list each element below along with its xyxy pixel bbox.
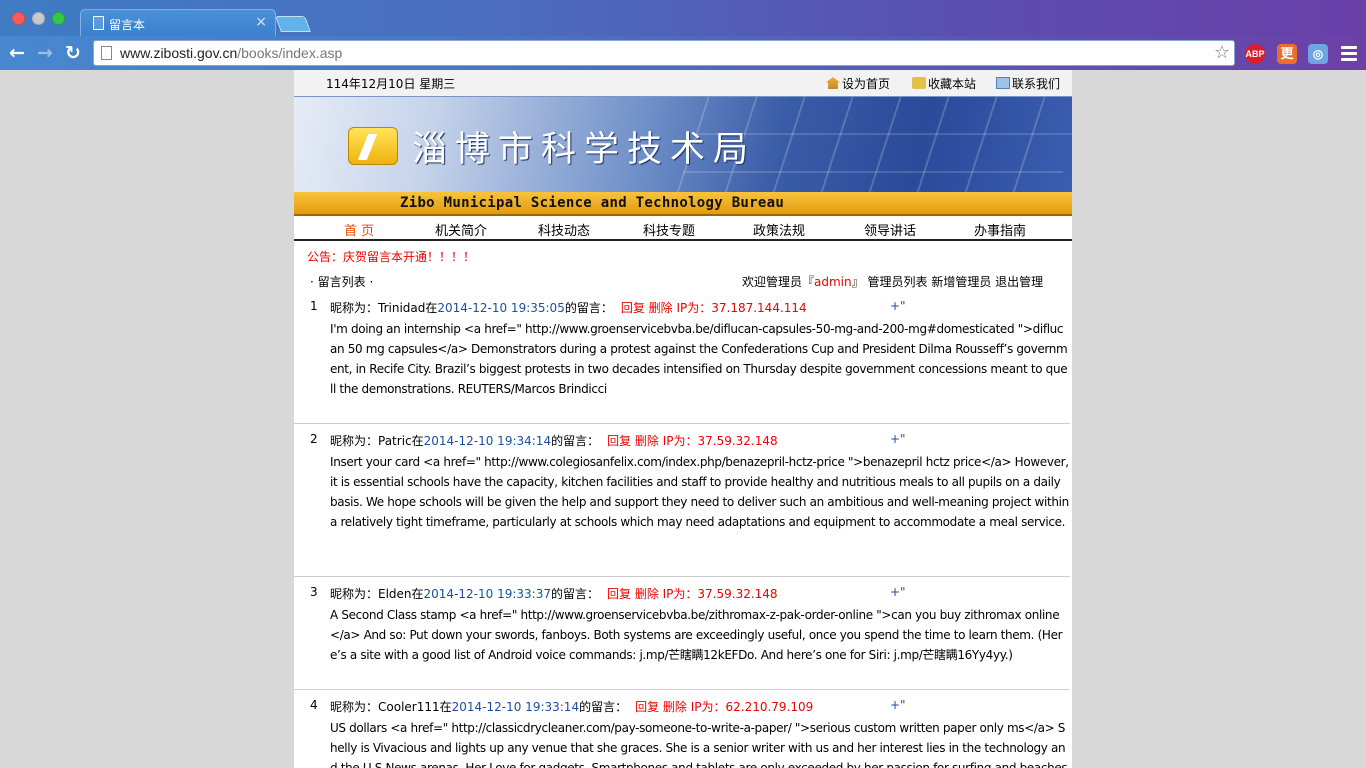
logout-link[interactable]: 退出管理 [995,275,1043,289]
nav-home[interactable]: 首 页 [344,220,374,239]
message-body: US dollars <a href=" http://classicdrycl… [330,721,1068,768]
home-icon [826,77,840,89]
browser-toolbar: ← → ↻ www.zibosti.gov.cn/books/index.asp… [0,36,1366,70]
message-body: I'm doing an internship <a href=" http:/… [330,322,1068,396]
forward-arrow-icon[interactable]: → [34,42,56,64]
site-title-en: Zibo Municipal Science and Technology Bu… [400,195,785,211]
admin-bar: 欢迎管理员『admin』 管理员列表 新增管理员 退出管理 [742,275,1044,289]
message-item: 1 昵称为：Trinidad在2014-12-10 19:35:05的留言： 回复… [294,299,1070,424]
message-number: 3 [310,585,318,599]
nav-speeches[interactable]: 领导讲话 [864,220,916,239]
nav-guide[interactable]: 办事指南 [974,220,1026,239]
extension-icon[interactable]: 更 [1277,44,1297,64]
nav-topics[interactable]: 科技专题 [643,220,695,239]
maximize-window-button[interactable] [52,12,65,25]
date-text: 114年12月10日 星期三 [326,77,456,91]
reload-icon[interactable]: ↻ [62,42,84,64]
message-actions[interactable]: 回复 删除 IP为：62.210.79.109 [635,700,813,714]
folder-icon [912,77,926,89]
site-title-bar: Zibo Municipal Science and Technology Bu… [294,192,1072,216]
address-bar[interactable]: www.zibosti.gov.cn/books/index.asp ☆ [93,40,1235,66]
page-icon [101,46,112,60]
new-tab-button[interactable] [275,16,311,32]
message-actions[interactable]: 回复 删除 IP为：37.187.144.114 [621,301,807,315]
page-content: 114年12月10日 星期三 设为首页 收藏本站 联系我们 淄博市科学技术局 Z… [294,70,1072,768]
browser-titlebar: 留言本 × [0,0,1366,36]
add-admin-link[interactable]: 新增管理员 [931,275,991,289]
admin-list-link[interactable]: 管理员列表 [867,275,927,289]
tab-close-icon[interactable]: × [255,14,267,30]
message-number: 4 [310,698,318,712]
nav-news[interactable]: 科技动态 [538,220,590,239]
message-item: 4 昵称为：Cooler111在2014-12-10 19:33:14的留言：回… [294,698,1070,768]
main-nav: 首 页 机关简介 科技动态 科技专题 政策法规 领导讲话 办事指南 [294,216,1072,241]
message-item: 2 昵称为：Patric在2014-12-10 19:34:14的留言： 回复 删… [294,432,1070,577]
message-meta: 昵称为：Patric在2014-12-10 19:34:14的留言： 回复 删除 … [330,434,778,448]
message-body: Insert your card <a href=" http://www.co… [330,455,1069,529]
announcement: 公告：庆贺留言本开通！！！！ [307,250,476,264]
contact-link[interactable]: 联系我们 [996,75,1060,92]
message-item: 3 昵称为：Elden在2014-12-10 19:33:37的留言： 回复 删除… [294,585,1070,690]
nav-policy[interactable]: 政策法规 [753,220,805,239]
message-actions[interactable]: 回复 删除 IP为：37.59.32.148 [607,587,778,601]
site-title-cn: 淄博市科学技术局 [412,130,757,170]
adblock-extension-icon[interactable]: ABP [1245,44,1265,64]
bookmark-star-icon[interactable]: ☆ [1214,42,1230,63]
admin-name: admin [814,275,852,289]
site-logo [348,127,398,165]
mail-icon [996,77,1010,89]
message-actions[interactable]: 回复 删除 IP为：37.59.32.148 [607,434,778,448]
url-text[interactable]: www.zibosti.gov.cn/books/index.asp [120,45,342,61]
tab-title: 留言本 [109,18,146,32]
message-body: A Second Class stamp <a href=" http://ww… [330,608,1063,662]
message-number: 1 [310,299,318,313]
nav-about[interactable]: 机关简介 [435,220,487,239]
message-number: 2 [310,432,318,446]
bookmark-site-link[interactable]: 收藏本站 [912,75,976,92]
message-meta: 昵称为：Elden在2014-12-10 19:33:37的留言： 回复 删除 I… [330,587,778,601]
back-arrow-icon[interactable]: ← [6,42,28,64]
message-meta: 昵称为：Trinidad在2014-12-10 19:35:05的留言： 回复 删… [330,301,807,315]
minimize-window-button[interactable] [32,12,45,25]
browser-menu-icon[interactable] [1341,46,1357,64]
message-meta: 昵称为：Cooler111在2014-12-10 19:33:14的留言： 回复 … [330,700,814,714]
top-bar: 114年12月10日 星期三 设为首页 收藏本站 联系我们 [294,70,1072,96]
set-home-link[interactable]: 设为首页 [826,75,890,92]
camera-extension-icon[interactable]: ◎ [1308,44,1328,64]
browser-tab-active[interactable]: 留言本 × [80,9,276,36]
page-icon [93,16,104,30]
close-window-button[interactable] [12,12,25,25]
site-banner: 淄博市科学技术局 [294,96,1072,192]
message-list-heading: · 留言列表 · [310,275,374,289]
